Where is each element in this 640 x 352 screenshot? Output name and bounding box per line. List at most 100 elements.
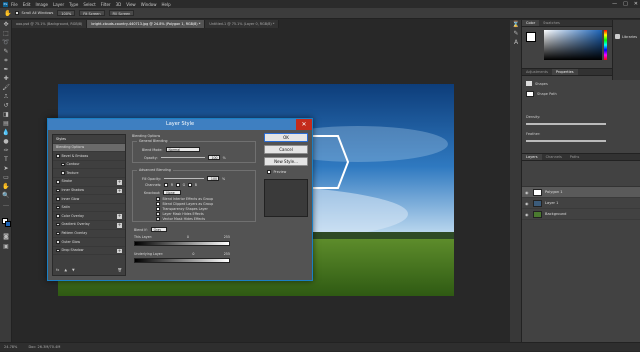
dialog-titlebar[interactable]: Layer Style ✕	[48, 119, 312, 130]
style-checkbox[interactable]	[61, 162, 65, 167]
layer-row[interactable]: ◉ Background	[522, 209, 640, 220]
channel-r-checkbox[interactable]	[164, 183, 168, 187]
fill-screen-button[interactable]: Fill Screen	[108, 10, 135, 16]
style-checkbox[interactable]	[61, 171, 65, 175]
quick-select-tool-icon[interactable]: ✎	[2, 48, 10, 56]
blend-mode-select[interactable]: Normal	[165, 147, 200, 152]
feather-slider[interactable]	[526, 140, 606, 142]
add-style-icon[interactable]: +	[117, 248, 122, 254]
screen-mode-icon[interactable]: ▣	[2, 243, 10, 251]
move-down-icon[interactable]: ▼	[72, 268, 75, 272]
shape-tool-icon[interactable]: ▭	[2, 174, 10, 182]
channel-b-checkbox[interactable]	[188, 183, 192, 187]
new-style-button[interactable]: New Style...	[264, 157, 308, 166]
tab-layers[interactable]: Layers	[522, 154, 542, 160]
style-checkbox[interactable]	[56, 240, 60, 244]
fill-opacity-input[interactable]: 100	[207, 176, 220, 181]
menu-view[interactable]: View	[126, 2, 136, 7]
menu-3d[interactable]: 3D	[116, 2, 122, 7]
knockout-select[interactable]: None	[163, 190, 182, 195]
history-panel-icon[interactable]: ⌛	[512, 21, 520, 29]
hand-tool-icon[interactable]: ✋	[2, 183, 10, 191]
background-color-swatch[interactable]	[5, 221, 11, 227]
brush-panel-icon[interactable]: ✎	[512, 30, 520, 38]
underlying-layer-gradient[interactable]	[134, 258, 230, 263]
doc-tab-3[interactable]: Untitled-1 @ 75.1% (Layer 0, RGB/8) *	[205, 20, 280, 28]
cancel-button[interactable]: Cancel	[264, 145, 308, 154]
doc-tab-2[interactable]: bright-clouds-country-440713.jpg @ 24.8%…	[87, 20, 206, 28]
quick-mask-icon[interactable]: ◙	[2, 233, 10, 241]
doc-tab-1[interactable]: ooo.psd @ 75.1% (Background, RGB/8)	[12, 20, 88, 28]
ok-button[interactable]: OK	[264, 133, 308, 142]
lasso-tool-icon[interactable]: ➰	[2, 39, 10, 47]
fg-bg-swatches[interactable]	[526, 32, 536, 42]
style-item[interactable]: Drop Shadow +	[53, 247, 125, 256]
pen-tool-icon[interactable]: ✑	[2, 147, 10, 155]
minimize-button[interactable]: —	[612, 1, 617, 7]
blur-tool-icon[interactable]: 💧	[2, 129, 10, 137]
color-field[interactable]	[544, 30, 602, 60]
eraser-tool-icon[interactable]: ◨	[2, 111, 10, 119]
stamp-tool-icon[interactable]: ⎍	[2, 93, 10, 101]
fill-opacity-slider[interactable]	[164, 177, 205, 180]
add-style-icon[interactable]: +	[117, 222, 122, 228]
menu-help[interactable]: Help	[161, 2, 170, 7]
gradient-tool-icon[interactable]: ▤	[2, 120, 10, 128]
opacity-input[interactable]: 100	[207, 155, 220, 160]
history-brush-tool-icon[interactable]: ↺	[2, 102, 10, 110]
crop-tool-icon[interactable]: ⌗	[2, 57, 10, 65]
layer-row[interactable]: ◉ Layer 1	[522, 198, 640, 209]
style-checkbox[interactable]	[56, 214, 60, 218]
eye-icon[interactable]: ◉	[525, 212, 530, 217]
libraries-label[interactable]: Libraries	[622, 35, 637, 39]
menu-filter[interactable]: Filter	[101, 2, 111, 7]
close-icon[interactable]: ✕	[296, 119, 312, 130]
zoom-tool-icon[interactable]: 🔍	[2, 192, 10, 200]
eye-icon[interactable]: ◉	[525, 201, 530, 206]
this-layer-gradient[interactable]	[134, 241, 230, 246]
menu-file[interactable]: File	[11, 2, 18, 7]
more-tools-icon[interactable]: …	[2, 201, 10, 209]
add-style-icon[interactable]: +	[117, 179, 122, 185]
option-checkbox[interactable]	[156, 197, 160, 201]
dodge-tool-icon[interactable]: ●	[2, 138, 10, 146]
fit-screen-button[interactable]: Fit Screen	[79, 10, 105, 16]
libraries-icon[interactable]	[615, 34, 620, 39]
tab-properties[interactable]: Properties	[551, 69, 578, 75]
add-style-icon[interactable]: +	[117, 188, 122, 194]
path-select-tool-icon[interactable]: ➤	[2, 165, 10, 173]
option-checkbox[interactable]	[156, 217, 160, 221]
move-up-icon[interactable]: ▲	[64, 268, 67, 272]
tab-channels[interactable]: Channels	[542, 154, 566, 160]
menu-type[interactable]: Type	[69, 2, 78, 7]
maximize-button[interactable]: □	[623, 1, 628, 7]
option-checkbox[interactable]	[156, 212, 160, 216]
channel-g-checkbox[interactable]	[176, 183, 180, 187]
move-tool-icon[interactable]: ✥	[2, 21, 10, 29]
menu-window[interactable]: Window	[141, 2, 157, 7]
style-checkbox[interactable]	[56, 197, 60, 201]
hue-slider[interactable]	[604, 30, 607, 60]
blend-if-select[interactable]: Gray	[150, 227, 167, 232]
menu-layer[interactable]: Layer	[53, 2, 64, 7]
style-item[interactable]: Contour	[53, 161, 125, 170]
brush-tool-icon[interactable]: 🖌	[2, 84, 10, 92]
tab-adjustments[interactable]: Adjustments	[522, 69, 552, 75]
zoom-100-button[interactable]: 100%	[57, 10, 76, 16]
tab-paths[interactable]: Paths	[566, 154, 584, 160]
tab-swatches[interactable]: Swatches	[539, 20, 564, 26]
close-window-button[interactable]: ✕	[634, 1, 638, 7]
style-checkbox[interactable]	[56, 205, 60, 210]
style-checkbox[interactable]	[56, 222, 60, 227]
healing-brush-tool-icon[interactable]: ✚	[2, 75, 10, 83]
scroll-all-windows-checkbox[interactable]: Scroll All Windows	[15, 11, 53, 15]
option-checkbox[interactable]	[156, 207, 160, 211]
type-tool-icon[interactable]: T	[2, 156, 10, 164]
character-panel-icon[interactable]: A	[512, 39, 520, 47]
style-item[interactable]: Bevel & Emboss	[53, 152, 125, 161]
density-slider[interactable]	[526, 123, 606, 125]
zoom-readout[interactable]: 24.78%	[4, 345, 17, 349]
opacity-slider[interactable]	[160, 156, 205, 159]
style-checkbox[interactable]	[56, 180, 60, 184]
tab-color[interactable]: Color	[522, 20, 540, 26]
